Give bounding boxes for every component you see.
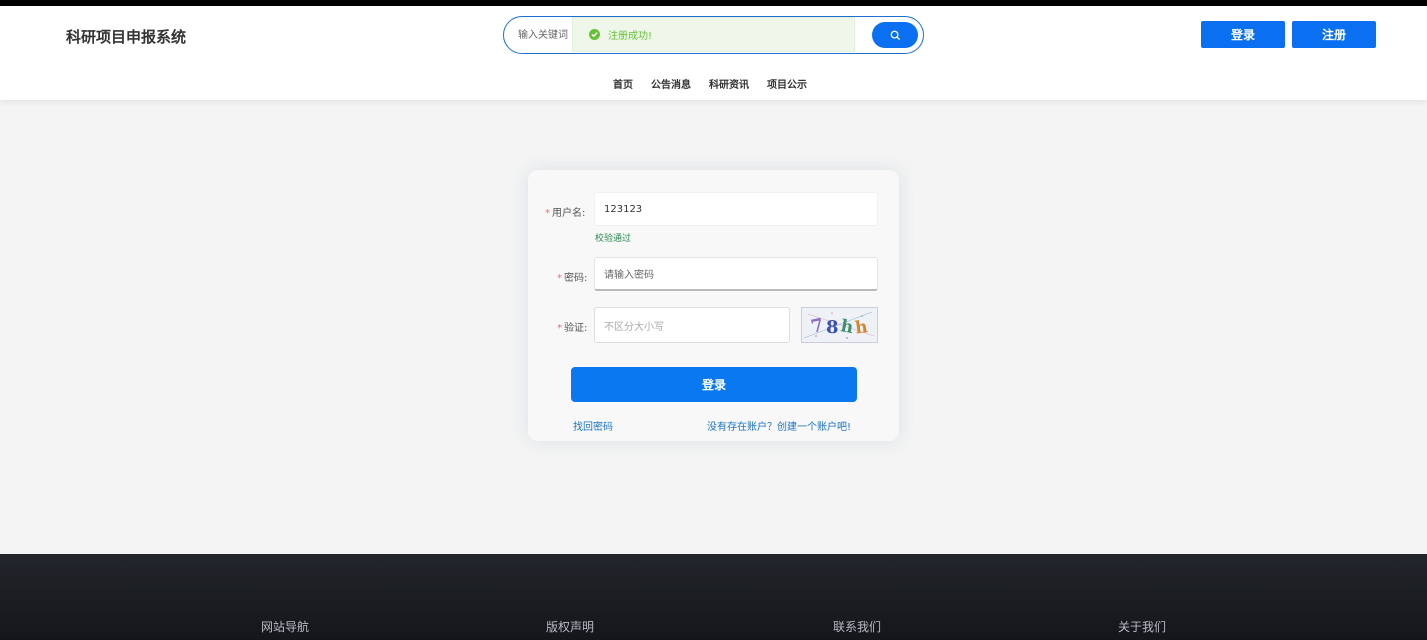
captcha-label: * 验证: xyxy=(557,323,588,334)
login-submit-button[interactable]: 登录 xyxy=(571,367,857,402)
nav-item-announcements[interactable]: 公告消息 xyxy=(651,76,691,91)
password-input[interactable]: 请输入密码 xyxy=(594,257,878,291)
password-label: * 密码: xyxy=(557,273,588,284)
check-circle-icon xyxy=(589,29,600,40)
forgot-password-link[interactable]: 找回密码 xyxy=(573,418,613,433)
search-icon xyxy=(890,30,900,40)
footer: 网站导航 版权声明 联系我们 关于我们 xyxy=(0,554,1427,640)
captcha-input[interactable]: 不区分大小写 xyxy=(594,307,790,343)
header-register-button[interactable]: 注册 xyxy=(1292,21,1376,48)
username-label: * 用户名: xyxy=(545,208,586,219)
footer-about[interactable]: 关于我们 xyxy=(1118,618,1166,635)
svg-text:8: 8 xyxy=(826,317,839,338)
search-button[interactable] xyxy=(872,22,918,48)
svg-text:h: h xyxy=(854,317,869,339)
svg-text:h: h xyxy=(839,316,855,338)
main-nav: 首页 公告消息 科研资讯 项目公示 xyxy=(613,76,807,91)
svg-text:7: 7 xyxy=(809,315,826,338)
nav-item-home[interactable]: 首页 xyxy=(613,76,633,91)
footer-contact[interactable]: 联系我们 xyxy=(833,618,881,635)
nav-item-research-news[interactable]: 科研资讯 xyxy=(709,76,749,91)
header: 科研项目申报系统 注册成功! 登录 注册 首页 公告消息 科研资讯 项目公示 xyxy=(0,6,1427,100)
toast-message: 注册成功! xyxy=(608,31,653,42)
create-account-link[interactable]: 没有存在账户？创建一个账户吧! xyxy=(707,418,851,433)
site-title: 科研项目申报系统 xyxy=(66,28,187,46)
footer-site-nav[interactable]: 网站导航 xyxy=(261,618,309,635)
success-toast: 注册成功! xyxy=(572,17,855,52)
header-login-button[interactable]: 登录 xyxy=(1201,21,1285,48)
nav-item-project-public[interactable]: 项目公示 xyxy=(767,76,807,91)
login-card: * 用户名: 123123 校验通过 * 密码: 请输入密码 * 验证: 不区分大小写… xyxy=(528,170,899,441)
footer-copyright[interactable]: 版权声明 xyxy=(546,618,594,635)
username-input[interactable]: 123123 xyxy=(594,192,878,226)
username-valid-message: 校验通过 xyxy=(595,234,632,244)
captcha-image[interactable]: 7 8 h h xyxy=(801,307,878,343)
